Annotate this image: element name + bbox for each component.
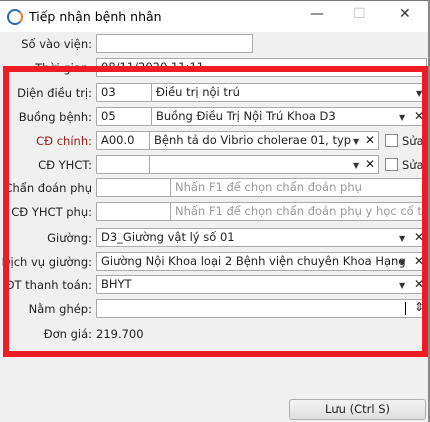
so-vao-vien-label: Số vào viện: [21,37,92,51]
buong-benh-select[interactable]: Buồng Điều Trị Nội Trú Khoa D3 [151,107,427,126]
buong-benh-label: Buồng bệnh: [18,110,92,124]
dropdown-icon[interactable]: ▼ [399,281,405,290]
thoi-gian-label: Thời gian: [35,61,92,75]
cd-yhct-phu-code[interactable] [96,202,171,221]
dt-thanh-toan-label: ĐT thanh toán: [5,278,92,292]
dich-vu-giuong-select[interactable]: Giường Nội Khoa loại 2 Bệnh viện chuyên … [96,252,427,271]
app-logo-icon [7,9,23,25]
nam-ghep-input[interactable] [96,299,427,318]
clear-icon[interactable]: ✕ [414,109,424,123]
dt-thanh-toan-select[interactable]: BHYT [96,275,427,294]
cd-chinh-select[interactable]: Bệnh tả do Vibrio cholerae 01, typ [149,131,379,150]
cd-yhct-phu-input[interactable]: Nhấn F1 để chọn chẩn đoán phụ y học cổ t… [170,202,427,221]
cd-yhct-edit-checkbox[interactable] [385,158,398,171]
don-gia-label: Đơn giá: [43,327,92,341]
dropdown-icon[interactable]: ▼ [399,234,405,243]
maximize-button[interactable]: ☐ [353,6,366,22]
cd-chinh-code[interactable]: A00.0 [96,131,150,150]
clear-icon[interactable]: ✕ [414,277,424,291]
chan-doan-phu-label: Chẩn đoán phụ [4,181,92,195]
nam-ghep-label: Nằm ghép: [28,302,92,316]
chan-doan-phu-input[interactable]: Nhấn F1 để chọn chẩn đoán phụ [170,178,427,197]
don-gia-value: 219.700 [96,327,144,341]
dropdown-icon[interactable]: ▼ [353,161,359,170]
cd-yhct-edit-label: Sửa [402,158,424,172]
dien-dieu-tri-select[interactable]: Điều trị nội trú [151,83,427,102]
cd-chinh-label: CĐ chính: [36,134,92,148]
text-cursor [405,302,406,315]
buong-benh-code[interactable]: 05 [96,107,152,126]
cd-chinh-edit-label: Sửa [402,134,424,148]
dropdown-icon[interactable]: ▼ [416,89,422,98]
cd-chinh-edit-checkbox[interactable] [385,134,398,147]
spinner-icon[interactable]: ⇕ [414,300,424,314]
window-title: Tiếp nhận bệnh nhân [29,9,162,24]
clear-icon[interactable]: ✕ [365,133,375,147]
so-vao-vien-input[interactable] [96,34,253,53]
giuong-label: Giường: [47,231,92,245]
dien-dieu-tri-code[interactable]: 03 [96,83,152,102]
cd-yhct-label: CĐ YHCT: [38,158,92,172]
dich-vu-giuong-label: Dịch vụ giường: [1,255,92,269]
cd-yhct-select[interactable] [149,155,379,174]
dropdown-icon[interactable]: ▼ [399,258,405,267]
cd-yhct-phu-label: CĐ YHCT phụ: [11,205,92,219]
save-button[interactable]: Lưu (Ctrl S) [289,399,426,420]
dien-dieu-tri-label: Diện điều trị: [17,86,92,100]
close-button[interactable]: ✕ [399,6,411,22]
cd-yhct-code[interactable] [96,155,150,174]
giuong-select[interactable]: D3_Giường vật lý số 01 [96,228,427,247]
dropdown-icon[interactable]: ▼ [399,113,405,122]
minimize-button[interactable]: — [310,6,324,22]
clear-icon[interactable]: ✕ [365,157,375,171]
title-bar: Tiếp nhận bệnh nhân — ☐ ✕ [0,0,430,32]
clear-icon[interactable]: ✕ [414,230,424,244]
dropdown-icon[interactable]: ▼ [353,137,359,146]
thoi-gian-input[interactable]: 08/11/2020 11:11 [96,58,427,77]
chan-doan-phu-code[interactable] [96,178,171,197]
clear-icon[interactable]: ✕ [414,254,424,268]
